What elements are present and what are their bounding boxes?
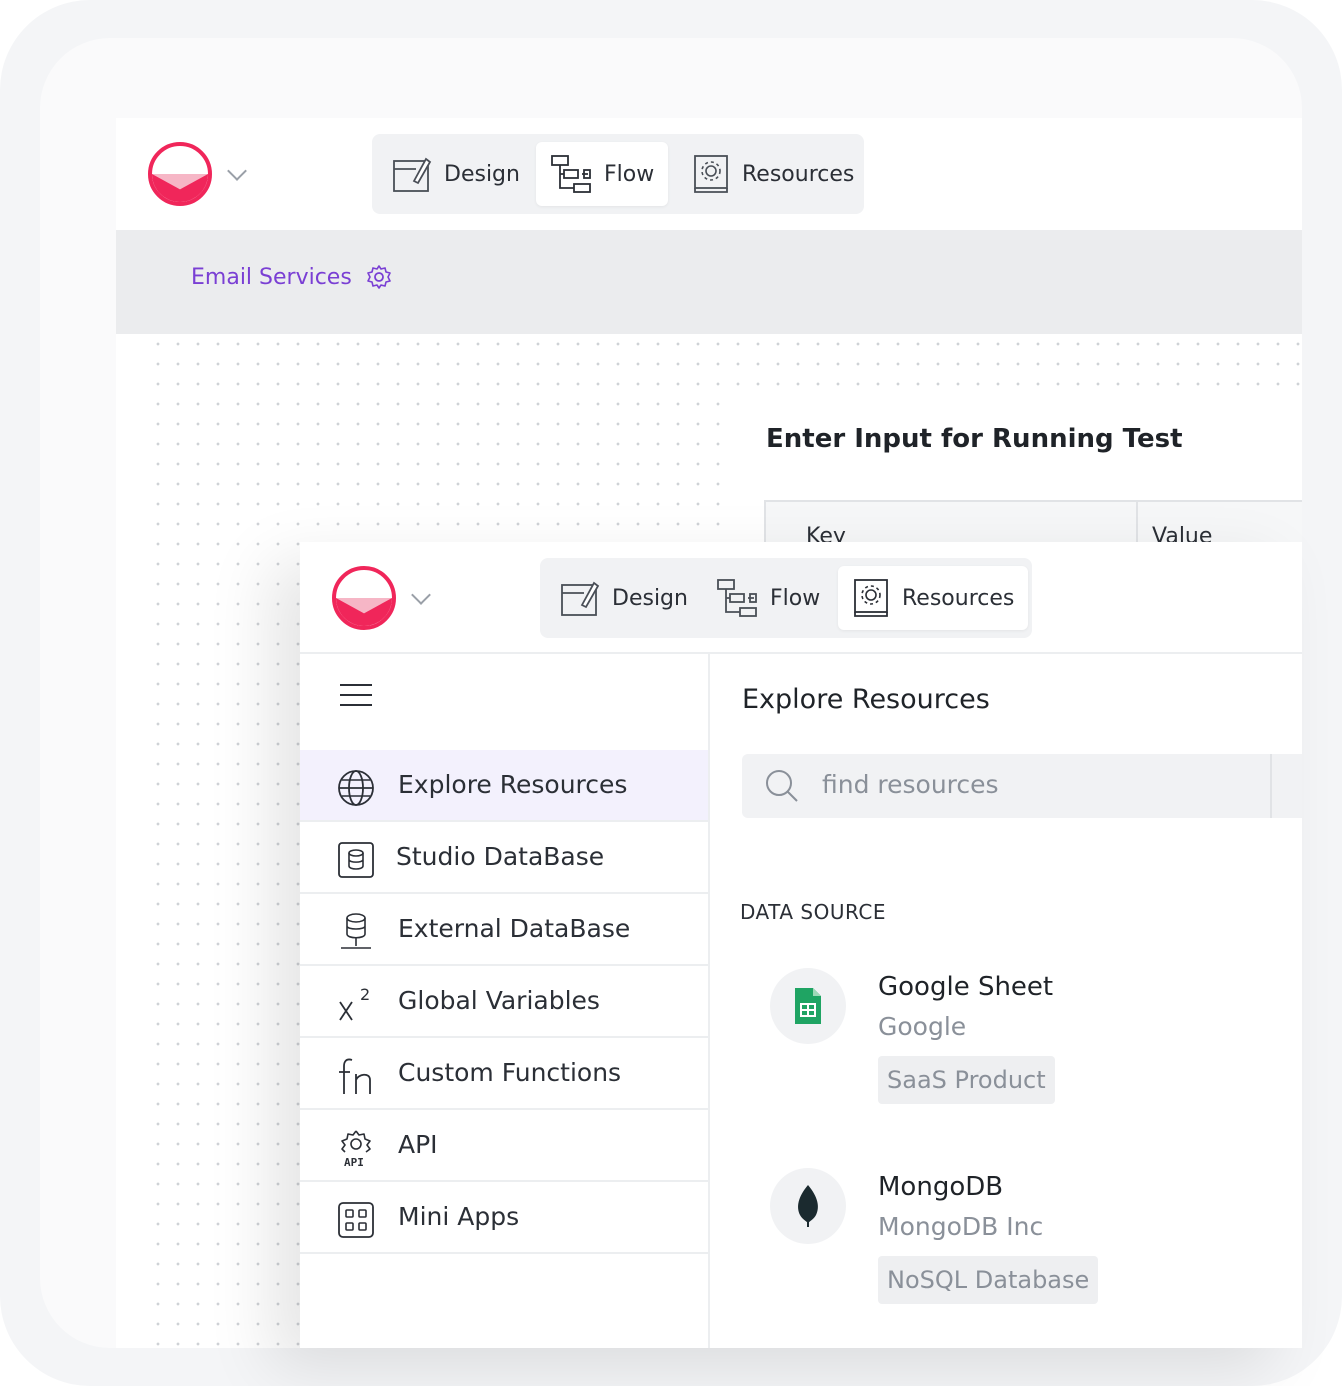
sidebar-item-label: Custom Functions [398,1058,622,1087]
resources-sidebar: Explore Resources Studio DataBase Extern… [300,654,710,1348]
globe-icon [336,768,376,808]
google-sheets-icon [770,968,846,1044]
variable-icon: 2 [336,984,376,1024]
sidebar-item-mini-apps[interactable]: Mini Apps [300,1182,708,1254]
resources-main: Explore Resources find resources DATA SO… [710,654,1302,1348]
sidebar-item-label: API [398,1130,438,1159]
tab-label: Flow [604,161,655,187]
grid-icon [336,1200,376,1240]
front-topbar: Design Flow Resources [300,542,1302,654]
search-placeholder: find resources [822,770,999,799]
sidebar-item-label: External DataBase [398,914,631,943]
flow-icon [717,579,757,617]
tab-label: Flow [770,585,821,611]
section-label: DATA SOURCE [740,900,886,924]
page-title: Explore Resources [742,684,990,715]
sidebar-item-api[interactable]: API API [300,1110,708,1182]
design-icon [561,581,600,616]
chevron-down-icon[interactable] [227,161,247,181]
tab-resources[interactable]: Resources [838,566,1029,630]
resource-tag: NoSQL Database [878,1256,1099,1304]
svg-text:API: API [344,1156,364,1168]
resource-card-mongodb[interactable]: MongoDB MongoDB Inc NoSQL Database [770,1168,1290,1308]
tab-label: Design [444,161,520,187]
back-subbar: Email Services [116,230,1302,334]
tab-flow[interactable]: Flow [702,566,834,630]
sidebar-item-label: Global Variables [398,986,600,1015]
service-title[interactable]: Email Services [191,264,392,290]
tab-label: Resources [902,585,1015,611]
resources-icon [854,579,888,617]
database-icon [336,840,376,880]
tab-design[interactable]: Design [378,142,534,206]
resources-icon [694,155,728,193]
chevron-down-icon[interactable] [411,585,431,605]
mongodb-leaf-icon [770,1168,846,1244]
sidebar-item-custom-functions[interactable]: Custom Functions [300,1038,708,1110]
sidebar-item-label: Studio DataBase [396,842,605,871]
app-logo[interactable] [148,142,212,206]
tab-resources[interactable]: Resources [678,142,868,206]
svg-text:2: 2 [360,985,370,1004]
sidebar-item-label: Explore Resources [398,770,628,799]
gear-icon[interactable] [366,264,392,290]
front-window: Design Flow Resources Explore Resources [300,542,1302,1348]
sidebar-item-studio-database[interactable]: Studio DataBase [300,822,708,894]
panel-title: Enter Input for Running Test [766,424,1183,454]
sidebar-item-label: Mini Apps [398,1202,520,1231]
back-topbar: Design Flow Resources [116,118,1302,230]
resource-name: Google Sheet [878,972,1054,1002]
function-icon [336,1056,376,1096]
search-input[interactable]: find resources [742,754,1302,818]
tab-label: Resources [742,161,855,187]
sidebar-item-external-database[interactable]: External DataBase [300,894,708,966]
menu-icon[interactable] [340,684,372,706]
resource-vendor: Google [878,1012,967,1041]
resource-vendor: MongoDB Inc [878,1212,1044,1241]
sidebar-item-global-variables[interactable]: 2 Global Variables [300,966,708,1038]
app-logo[interactable] [332,566,396,630]
back-tab-group: Design Flow Resources [372,134,864,214]
service-title-text: Email Services [191,264,352,290]
search-icon [766,770,798,802]
api-gear-icon: API [336,1128,376,1168]
resource-tag: SaaS Product [878,1056,1055,1104]
tab-design[interactable]: Design [546,566,702,630]
external-database-icon [336,912,376,952]
front-tab-group: Design Flow Resources [540,558,1032,638]
resource-card-google-sheet[interactable]: Google Sheet Google SaaS Product [770,968,1290,1108]
tab-flow[interactable]: Flow [536,142,669,206]
flow-icon [551,155,591,193]
resource-name: MongoDB [878,1172,1004,1202]
tab-label: Design [612,585,688,611]
sidebar-item-explore-resources[interactable]: Explore Resources [300,750,708,822]
design-icon [393,157,432,192]
